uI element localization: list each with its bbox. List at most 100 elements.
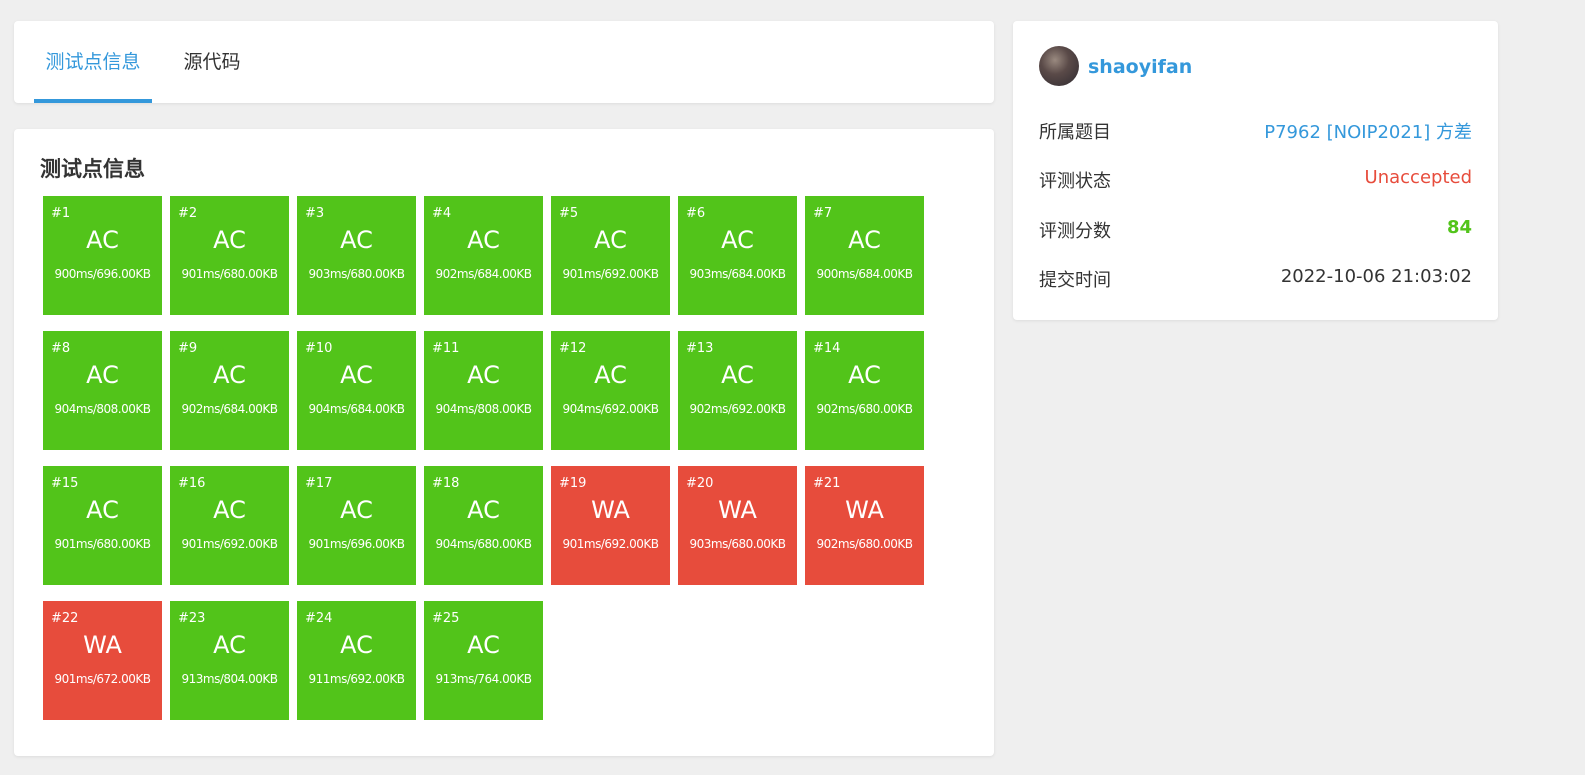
testcase-status: WA (591, 496, 630, 524)
testcase-tile[interactable]: #22 WA 901ms/672.00KB (43, 601, 162, 720)
testcase-id: #12 (559, 341, 587, 356)
testcase-status: AC (467, 361, 500, 389)
testcase-tile[interactable]: #23 AC 913ms/804.00KB (170, 601, 289, 720)
testcase-time-memory: 903ms/680.00KB (689, 537, 786, 551)
testcase-id: #10 (305, 341, 333, 356)
testcase-time-memory: 904ms/684.00KB (308, 402, 405, 416)
testcase-time-memory: 903ms/684.00KB (689, 267, 786, 281)
testcase-tile[interactable]: #24 AC 911ms/692.00KB (297, 601, 416, 720)
testcase-status: AC (467, 631, 500, 659)
testcase-time-memory: 904ms/808.00KB (54, 402, 151, 416)
submit-time-value: 2022-10-06 21:03:02 (1280, 266, 1472, 287)
testcase-time-memory: 901ms/692.00KB (562, 537, 659, 551)
testcase-status: AC (340, 631, 373, 659)
testcase-status: AC (213, 361, 246, 389)
testcase-status: AC (721, 361, 754, 389)
testcase-status: AC (213, 226, 246, 254)
testcase-tile[interactable]: #18 AC 904ms/680.00KB (424, 466, 543, 585)
testcase-id: #21 (813, 476, 841, 491)
testcase-status: WA (845, 496, 884, 524)
testcase-id: #5 (559, 206, 579, 221)
testcase-tile[interactable]: #9 AC 902ms/684.00KB (170, 331, 289, 450)
testcase-time-memory: 904ms/680.00KB (435, 537, 532, 551)
username-link[interactable]: shaoyifan (1088, 56, 1192, 78)
testcase-status: WA (718, 496, 757, 524)
testcase-id: #2 (178, 206, 198, 221)
testcase-tile[interactable]: #17 AC 901ms/696.00KB (297, 466, 416, 585)
testcase-time-memory: 900ms/696.00KB (54, 267, 151, 281)
testcase-id: #4 (432, 206, 452, 221)
testcase-time-memory: 901ms/692.00KB (181, 537, 278, 551)
tab-source-code[interactable]: 源代码 (174, 21, 250, 103)
problem-label: 所属题目 (1039, 122, 1111, 143)
problem-link[interactable]: P7962 [NOIP2021] 方差 (1264, 118, 1472, 144)
testcase-status: AC (86, 226, 119, 254)
testcase-status: AC (467, 226, 500, 254)
testcase-time-memory: 902ms/680.00KB (816, 537, 913, 551)
testcase-tile[interactable]: #6 AC 903ms/684.00KB (678, 196, 797, 315)
testcase-id: #17 (305, 476, 333, 491)
user-avatar[interactable] (1039, 46, 1079, 86)
testcase-time-memory: 901ms/672.00KB (54, 672, 151, 686)
testcase-time-memory: 903ms/680.00KB (308, 267, 405, 281)
submission-info-card: shaoyifan 所属题目 P7962 [NOIP2021] 方差 评测状态 … (1013, 21, 1498, 320)
submit-time-label: 提交时间 (1039, 270, 1111, 291)
testcase-tile[interactable]: #12 AC 904ms/692.00KB (551, 331, 670, 450)
testcase-id: #25 (432, 611, 460, 626)
testcase-time-memory: 900ms/684.00KB (816, 267, 913, 281)
score-label: 评测分数 (1039, 221, 1111, 242)
testcase-tile[interactable]: #13 AC 902ms/692.00KB (678, 331, 797, 450)
testcase-time-memory: 911ms/692.00KB (308, 672, 405, 686)
testcase-status: AC (86, 496, 119, 524)
testcase-tile[interactable]: #5 AC 901ms/692.00KB (551, 196, 670, 315)
testcase-time-memory: 901ms/692.00KB (562, 267, 659, 281)
testcase-id: #19 (559, 476, 587, 491)
testcase-id: #11 (432, 341, 460, 356)
testcase-tile[interactable]: #16 AC 901ms/692.00KB (170, 466, 289, 585)
status-value: Unaccepted (1364, 167, 1472, 188)
testcase-status: AC (213, 496, 246, 524)
testcase-status: WA (83, 631, 122, 659)
testcase-time-memory: 902ms/684.00KB (181, 402, 278, 416)
testcase-tile[interactable]: #2 AC 901ms/680.00KB (170, 196, 289, 315)
testcase-time-memory: 904ms/692.00KB (562, 402, 659, 416)
testcase-tile[interactable]: #25 AC 913ms/764.00KB (424, 601, 543, 720)
testcase-status: AC (467, 496, 500, 524)
testcase-time-memory: 902ms/692.00KB (689, 402, 786, 416)
testcase-tile[interactable]: #11 AC 904ms/808.00KB (424, 331, 543, 450)
testcase-id: #16 (178, 476, 206, 491)
status-row: 评测状态 Unaccepted (1039, 167, 1472, 193)
score-row: 评测分数 84 (1039, 217, 1472, 243)
testcase-status: AC (340, 361, 373, 389)
testcase-status: AC (721, 226, 754, 254)
testcase-time-memory: 902ms/684.00KB (435, 267, 532, 281)
testcase-tile[interactable]: #3 AC 903ms/680.00KB (297, 196, 416, 315)
testcase-tile[interactable]: #15 AC 901ms/680.00KB (43, 466, 162, 585)
tab-testcases[interactable]: 测试点信息 (34, 21, 152, 103)
testcase-id: #3 (305, 206, 325, 221)
testcase-tile[interactable]: #14 AC 902ms/680.00KB (805, 331, 924, 450)
testcase-id: #18 (432, 476, 460, 491)
testcase-time-memory: 901ms/680.00KB (181, 267, 278, 281)
testcase-tile[interactable]: #10 AC 904ms/684.00KB (297, 331, 416, 450)
testcase-tile[interactable]: #4 AC 902ms/684.00KB (424, 196, 543, 315)
testcase-id: #14 (813, 341, 841, 356)
testcase-id: #22 (51, 611, 79, 626)
problem-row: 所属题目 P7962 [NOIP2021] 方差 (1039, 118, 1472, 144)
testcase-tile[interactable]: #20 WA 903ms/680.00KB (678, 466, 797, 585)
testcase-tile[interactable]: #1 AC 900ms/696.00KB (43, 196, 162, 315)
testcase-id: #13 (686, 341, 714, 356)
testcases-title: 测试点信息 (40, 157, 145, 181)
submit-time-row: 提交时间 2022-10-06 21:03:02 (1039, 266, 1472, 292)
testcase-id: #24 (305, 611, 333, 626)
testcase-tile[interactable]: #21 WA 902ms/680.00KB (805, 466, 924, 585)
testcase-time-memory: 913ms/764.00KB (435, 672, 532, 686)
testcase-time-memory: 904ms/808.00KB (435, 402, 532, 416)
testcase-status: AC (340, 226, 373, 254)
testcase-status: AC (848, 361, 881, 389)
testcase-tile[interactable]: #8 AC 904ms/808.00KB (43, 331, 162, 450)
testcase-id: #6 (686, 206, 706, 221)
testcase-tile[interactable]: #19 WA 901ms/692.00KB (551, 466, 670, 585)
testcase-tile[interactable]: #7 AC 900ms/684.00KB (805, 196, 924, 315)
testcase-id: #7 (813, 206, 833, 221)
